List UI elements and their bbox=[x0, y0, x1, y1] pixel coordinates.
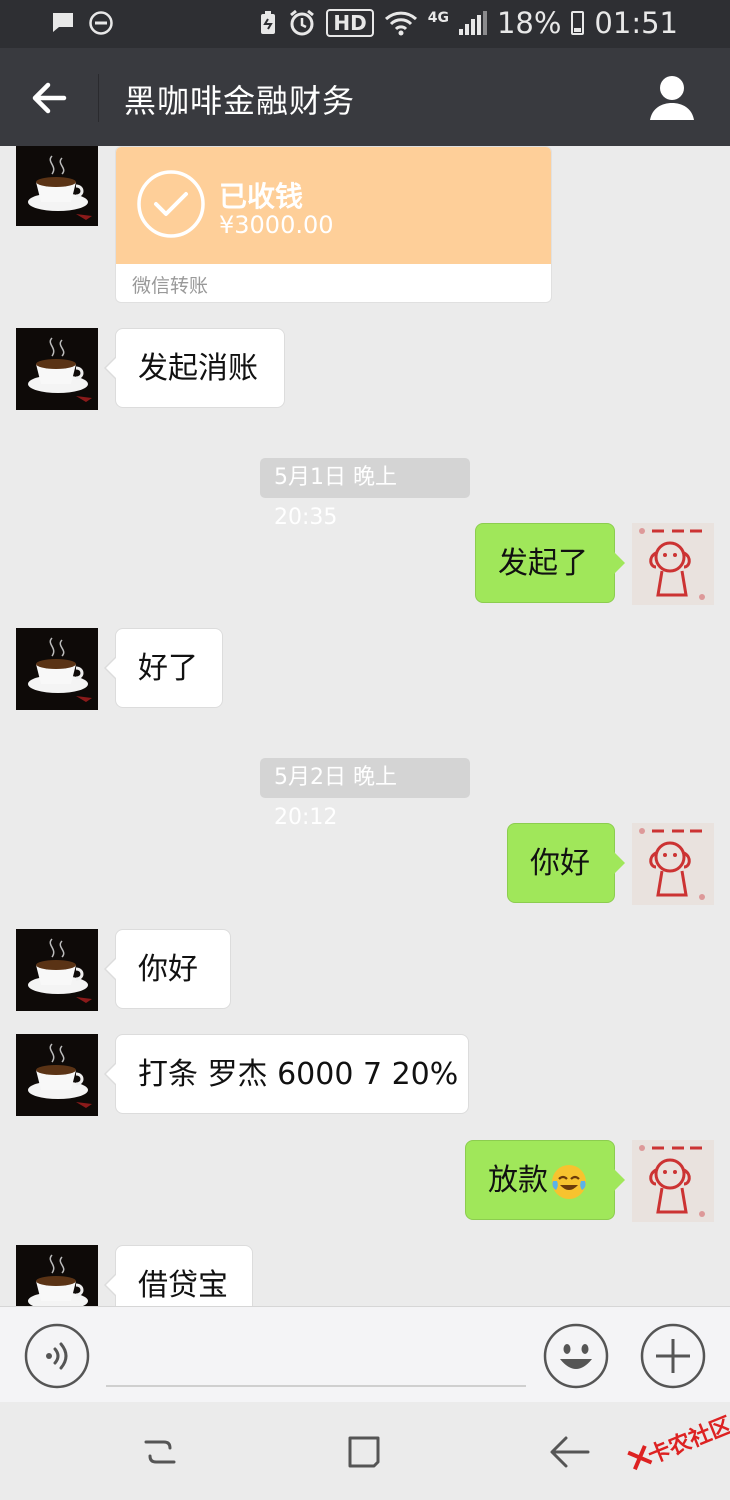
coffee-cup-icon bbox=[16, 1034, 98, 1116]
transfer-card[interactable]: 已收钱 ¥3000.00 微信转账 bbox=[115, 146, 552, 303]
title-divider bbox=[98, 74, 99, 122]
my-avatar[interactable] bbox=[632, 823, 714, 905]
clock: 01:51 bbox=[594, 6, 678, 40]
transfer-amount: ¥3000.00 bbox=[219, 211, 334, 239]
coffee-cup-icon bbox=[16, 146, 98, 226]
incoming-message-bubble[interactable]: 发起消账 bbox=[104, 328, 285, 408]
smiley-icon bbox=[543, 1323, 609, 1389]
incoming-message-bubble[interactable]: 好了 bbox=[104, 628, 223, 708]
watermark-text: 卡农社区 bbox=[644, 1412, 730, 1470]
message-timestamp: 5月2日 晚上20:12 bbox=[260, 758, 470, 830]
coffee-cup-icon bbox=[16, 929, 98, 1011]
incoming-message-bubble[interactable]: 借贷宝 bbox=[104, 1245, 253, 1306]
dog-drawing-icon bbox=[632, 1140, 714, 1222]
wifi-icon bbox=[384, 11, 417, 36]
message-input[interactable] bbox=[106, 1333, 526, 1387]
contact-avatar[interactable] bbox=[16, 628, 98, 710]
arrow-left-icon bbox=[32, 82, 67, 114]
battery-percent: 18% bbox=[496, 6, 562, 40]
contact-avatar[interactable] bbox=[16, 1245, 98, 1306]
outgoing-message-bubble[interactable]: 发起了 bbox=[475, 523, 625, 603]
message-notification-icon bbox=[53, 13, 73, 32]
back-arrow-icon bbox=[550, 1436, 590, 1468]
message-text: 放款 bbox=[488, 1163, 548, 1198]
more-actions-button[interactable] bbox=[640, 1323, 706, 1389]
title-bar: 黑咖啡金融财务 bbox=[0, 48, 730, 146]
system-back-button[interactable] bbox=[548, 1432, 592, 1472]
recent-apps-icon bbox=[144, 1440, 176, 1464]
my-avatar[interactable] bbox=[632, 523, 714, 605]
page-title: 黑咖啡金融财务 bbox=[124, 82, 356, 120]
incoming-message-bubble[interactable]: 打条 罗杰 6000 7 20% bbox=[104, 1034, 469, 1114]
person-icon bbox=[650, 76, 694, 120]
system-nav-bar bbox=[0, 1402, 730, 1500]
dog-drawing-icon bbox=[632, 823, 714, 905]
input-bar bbox=[0, 1306, 730, 1402]
contact-avatar[interactable] bbox=[16, 328, 98, 410]
signal-icon bbox=[458, 11, 487, 35]
voice-icon bbox=[24, 1323, 90, 1389]
alarm-icon bbox=[290, 9, 315, 36]
home-button[interactable] bbox=[344, 1432, 384, 1472]
back-button[interactable] bbox=[20, 70, 80, 126]
network-type-label: 4G bbox=[427, 10, 449, 26]
recent-apps-button[interactable] bbox=[140, 1432, 180, 1472]
voice-button[interactable] bbox=[24, 1323, 90, 1389]
status-bar: HD 4G 18% 01:51 bbox=[0, 0, 730, 48]
battery-icon bbox=[571, 11, 585, 35]
contact-avatar[interactable] bbox=[16, 146, 98, 226]
incoming-message-bubble[interactable]: 你好 bbox=[104, 929, 231, 1009]
coffee-cup-icon bbox=[16, 1245, 98, 1306]
transfer-status: 已收钱 bbox=[219, 180, 304, 213]
outgoing-message-bubble[interactable]: 你好 bbox=[507, 823, 625, 903]
battery-saver-icon bbox=[261, 11, 276, 34]
my-avatar[interactable] bbox=[632, 1140, 714, 1222]
emoji-button[interactable] bbox=[543, 1323, 609, 1389]
contact-avatar[interactable] bbox=[16, 929, 98, 1011]
transfer-footer: 微信转账 bbox=[132, 275, 209, 297]
contact-avatar[interactable] bbox=[16, 1034, 98, 1116]
face-with-tears-of-joy-icon bbox=[552, 1164, 586, 1199]
coffee-cup-icon bbox=[16, 628, 98, 710]
coffee-cup-icon bbox=[16, 328, 98, 410]
check-circle-icon bbox=[137, 170, 205, 238]
plus-icon bbox=[640, 1323, 706, 1389]
message-timestamp: 5月1日 晚上20:35 bbox=[260, 458, 470, 530]
chat-area[interactable]: 已收钱 ¥3000.00 微信转账 发起消账 5月1日 晚上20:35 发起了 … bbox=[0, 146, 730, 1306]
home-square-icon bbox=[348, 1436, 380, 1468]
outgoing-message-bubble[interactable]: 放款 bbox=[465, 1140, 625, 1220]
dog-drawing-icon bbox=[632, 523, 714, 605]
hd-badge: HD bbox=[326, 9, 374, 37]
do-not-disturb-icon bbox=[89, 11, 113, 35]
contact-info-button[interactable] bbox=[644, 70, 700, 126]
